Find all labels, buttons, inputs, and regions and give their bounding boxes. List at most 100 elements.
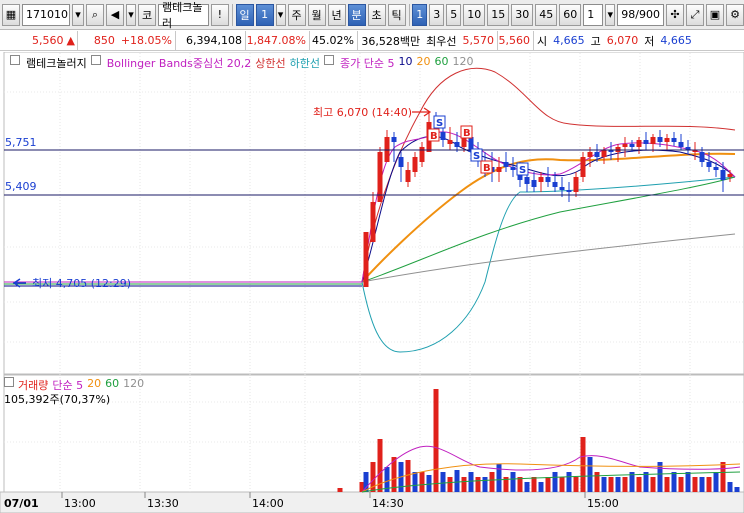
- turnover-rate: 45.02%: [312, 34, 354, 47]
- settings-icon[interactable]: ⚙: [726, 3, 744, 26]
- interval-45-button[interactable]: 45: [535, 3, 558, 26]
- interval-10-button[interactable]: 10: [463, 3, 486, 26]
- ma-legend-checkbox[interactable]: [324, 55, 336, 71]
- interval-15-button[interactable]: 15: [487, 3, 510, 26]
- interval-3-button[interactable]: 3: [429, 3, 445, 26]
- candle-body: [629, 144, 635, 147]
- search-icon[interactable]: ⌕: [86, 3, 104, 26]
- legend-ma20: 20: [416, 55, 431, 68]
- interval-60-button[interactable]: 60: [559, 3, 582, 26]
- price-chart-svg[interactable]: 5,751 5,409 최고 6,070 (14:40) 최저 4,705 (1…: [0, 51, 744, 513]
- volume-bar: [650, 477, 656, 492]
- candle-body: [447, 140, 453, 144]
- legend-ma60: 60: [434, 55, 449, 68]
- chevron-down-icon[interactable]: ▾: [72, 3, 84, 26]
- period-week-button[interactable]: 주: [287, 3, 306, 26]
- quote-ohl-box: 시 4,665 고 6,070 저 4,665: [534, 33, 695, 49]
- volume-bar: [482, 477, 488, 492]
- candle-body: [419, 147, 425, 162]
- volume-bar: [706, 477, 712, 492]
- candle-body: [678, 142, 684, 147]
- period-day-button[interactable]: 일: [235, 3, 254, 26]
- chevron-down-icon[interactable]: ▾: [605, 3, 616, 26]
- volume-bar: [419, 472, 425, 492]
- grid-icon[interactable]: ▦: [2, 3, 20, 26]
- bb-legend-checkbox[interactable]: [90, 55, 103, 71]
- legend-ma120: 120: [452, 55, 474, 68]
- volume-bar: [720, 462, 726, 492]
- time-tick-label: 13:30: [147, 497, 179, 510]
- volume-bar: [601, 477, 607, 492]
- high-price: 6,070: [606, 34, 639, 47]
- speaker-icon[interactable]: ◀: [106, 3, 124, 26]
- period-tick-button[interactable]: 틱: [387, 3, 406, 26]
- candle-body: [454, 142, 460, 147]
- count-value: 1: [587, 8, 595, 21]
- max-price-marker: 최고 6,070 (14:40): [313, 106, 412, 119]
- range-field[interactable]: 98/900: [617, 3, 664, 26]
- time-tick-label: 14:30: [372, 497, 404, 510]
- period-second-button[interactable]: 초: [367, 3, 386, 26]
- candle-body: [496, 167, 502, 172]
- candle-body: [531, 180, 537, 187]
- quote-bar: 5,560 ▲ 850 +18.05% 6,394,108 1,847.08% …: [0, 30, 744, 51]
- trade-amount: 36,528백만: [361, 34, 421, 48]
- volume-bar: [405, 460, 411, 492]
- volume-bar: [587, 457, 593, 492]
- period-minute-button[interactable]: 분: [347, 3, 366, 26]
- divider: [231, 3, 233, 26]
- volume-bar: [559, 477, 565, 492]
- interval-5-button[interactable]: 5: [446, 3, 462, 26]
- chevron-down-icon[interactable]: ▾: [275, 3, 286, 26]
- save-icon[interactable]: ▣: [706, 3, 724, 26]
- alert-button[interactable]: !: [210, 3, 229, 26]
- quote-turnover-box: 45.02%: [310, 30, 358, 51]
- volume-bar: [538, 482, 544, 492]
- volume-bar: [412, 472, 418, 492]
- date-label: 07/01: [4, 497, 39, 510]
- legend-upper: 상한선: [255, 57, 286, 70]
- volume-bar: [454, 470, 460, 492]
- legend-ma5: 종가 단순 5: [340, 57, 395, 70]
- chart-area[interactable]: 5,751 5,409 최고 6,070 (14:40) 최저 4,705 (1…: [0, 51, 744, 513]
- quote-amount-box: 36,528백만 최우선 5,570: [358, 30, 498, 51]
- stock-code-input[interactable]: 171010: [22, 3, 70, 26]
- period-count-button[interactable]: 1: [255, 3, 274, 26]
- candle-body: [706, 162, 712, 167]
- candle-body: [440, 132, 446, 140]
- market-button[interactable]: 코: [138, 3, 156, 26]
- candle-body: [601, 150, 607, 157]
- volume-bar: [461, 477, 467, 492]
- candle-body: [636, 140, 642, 147]
- period-year-button[interactable]: 년: [327, 3, 346, 26]
- low-label: 저: [644, 34, 655, 48]
- count-select[interactable]: 1: [583, 3, 604, 26]
- volume-bar: [580, 437, 586, 492]
- interval-1-button[interactable]: 1: [412, 3, 428, 26]
- interval-30-button[interactable]: 30: [511, 3, 534, 26]
- volume-bar: [734, 487, 740, 492]
- candle-body: [524, 177, 530, 184]
- drawing-tools-icon[interactable]: ⤢: [686, 3, 704, 26]
- volume-bar: [692, 477, 698, 492]
- level-label-lower: 5,409: [5, 180, 37, 193]
- chevron-down-icon[interactable]: ▾: [126, 3, 136, 26]
- candle-body: [664, 138, 670, 142]
- stock-name-field[interactable]: 램테크놀러: [158, 1, 209, 30]
- signal-label: B: [463, 128, 471, 139]
- candle-body: [727, 174, 733, 177]
- crosshair-icon[interactable]: ✣: [666, 3, 684, 26]
- candle-body: [580, 157, 586, 177]
- volume-bar: [531, 477, 537, 492]
- volume-bar: [594, 472, 600, 492]
- quote-price-box: 5,560 ▲: [0, 30, 78, 51]
- volume-ratio: 1,847.08%: [246, 34, 306, 47]
- volume-bar: [664, 477, 670, 492]
- volume-bar: [573, 477, 579, 492]
- stock-legend-checkbox[interactable]: [10, 55, 22, 71]
- period-month-button[interactable]: 월: [307, 3, 326, 26]
- candle-body: [587, 152, 593, 157]
- volume-bar: [475, 477, 481, 492]
- open-price: 4,665: [553, 34, 585, 47]
- candle-body: [713, 167, 719, 170]
